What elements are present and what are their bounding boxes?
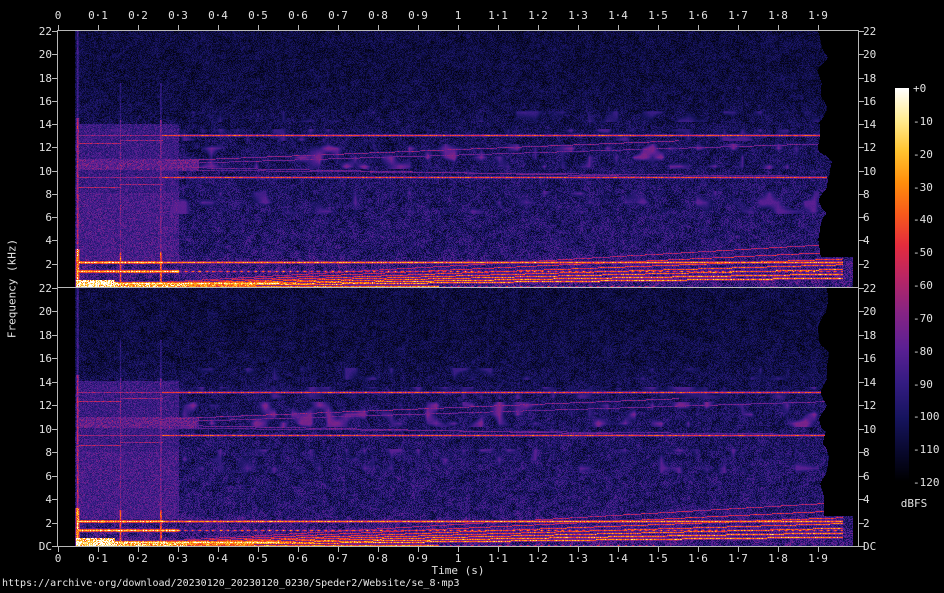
spectrogram-figure: 000·10·10·20·20·30·30·40·40·50·50·60·60·… xyxy=(0,0,944,593)
colorbar-tick-label: -10 xyxy=(913,115,944,128)
colorbar-tick-label: -40 xyxy=(913,213,944,226)
colorbar-tick-label: -80 xyxy=(913,345,944,358)
colorbar-tick-labels: +0 -10 -20 -30 -40 -50 -60 -70 -80 -90 -100 -110 -12… xyxy=(0,0,944,593)
colorbar-tick-label: -50 xyxy=(913,246,944,259)
colorbar-tick-label: -70 xyxy=(913,312,944,325)
colorbar-tick-label: -120 xyxy=(913,476,944,489)
colorbar-tick-label: -60 xyxy=(913,279,944,292)
colorbar-tick-label: -30 xyxy=(913,181,944,194)
colorbar-tick-label: +0 xyxy=(913,82,944,95)
colorbar-tick-label: -110 xyxy=(913,443,944,456)
colorbar-tick-label: -90 xyxy=(913,378,944,391)
source-url-caption: https://archive·org/download/20230120_20… xyxy=(2,577,460,590)
colorbar-tick-label: -100 xyxy=(913,410,944,423)
colorbar-tick-label: -20 xyxy=(913,148,944,161)
colorbar-unit-label: dBFS xyxy=(884,497,944,510)
